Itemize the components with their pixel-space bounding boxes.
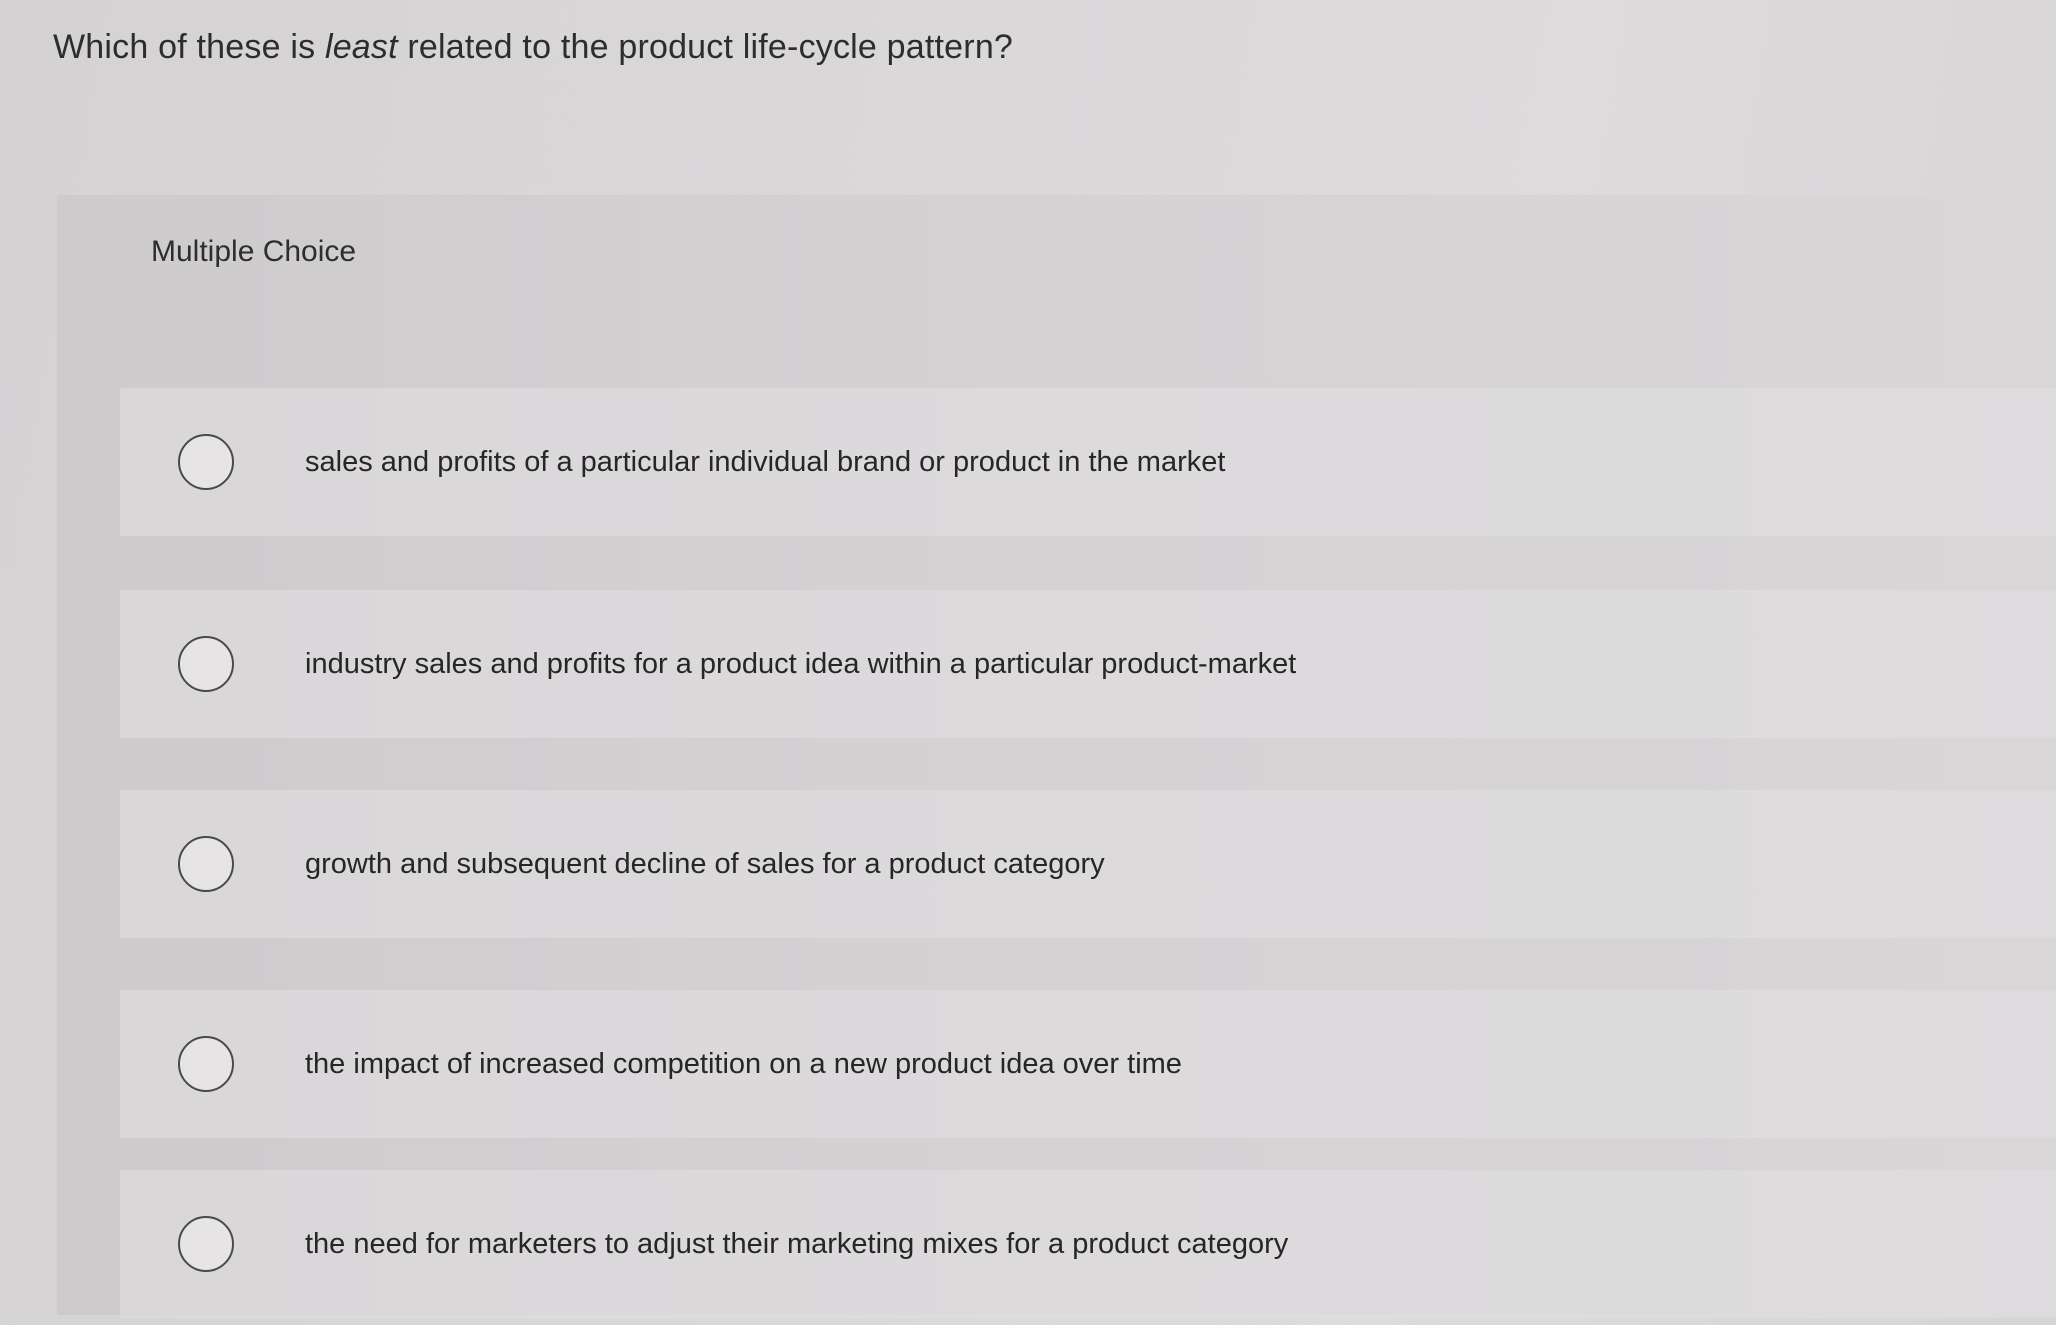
multiple-choice-label: Multiple Choice (151, 235, 357, 268)
radio-button-icon[interactable] (178, 1216, 234, 1272)
answer-option-label: industry sales and profits for a product… (305, 647, 1297, 680)
radio-button-icon[interactable] (178, 836, 234, 892)
answer-option-2[interactable]: industry sales and profits for a product… (120, 590, 2056, 738)
answer-option-5[interactable]: the need for marketers to adjust their m… (120, 1170, 2056, 1318)
question-suffix: related to the product life-cycle patter… (397, 28, 1014, 66)
answer-option-label: the impact of increased competition on a… (305, 1047, 1182, 1080)
answer-option-label: the need for marketers to adjust their m… (305, 1227, 1289, 1260)
answer-option-3[interactable]: growth and subsequent decline of sales f… (120, 790, 2056, 938)
answer-option-4[interactable]: the impact of increased competition on a… (120, 990, 2056, 1138)
radio-button-icon[interactable] (178, 636, 234, 692)
question-text: Which of these is least related to the p… (53, 28, 1013, 67)
radio-button-icon[interactable] (178, 434, 234, 490)
question-emphasis: least (324, 28, 398, 66)
answer-option-label: growth and subsequent decline of sales f… (305, 847, 1105, 880)
multiple-choice-panel (57, 195, 2056, 1315)
answer-option-label: sales and profits of a particular indivi… (305, 445, 1226, 478)
radio-button-icon[interactable] (178, 1036, 234, 1092)
question-prefix: Which of these is (53, 28, 325, 66)
answer-option-1[interactable]: sales and profits of a particular indivi… (120, 388, 2056, 536)
